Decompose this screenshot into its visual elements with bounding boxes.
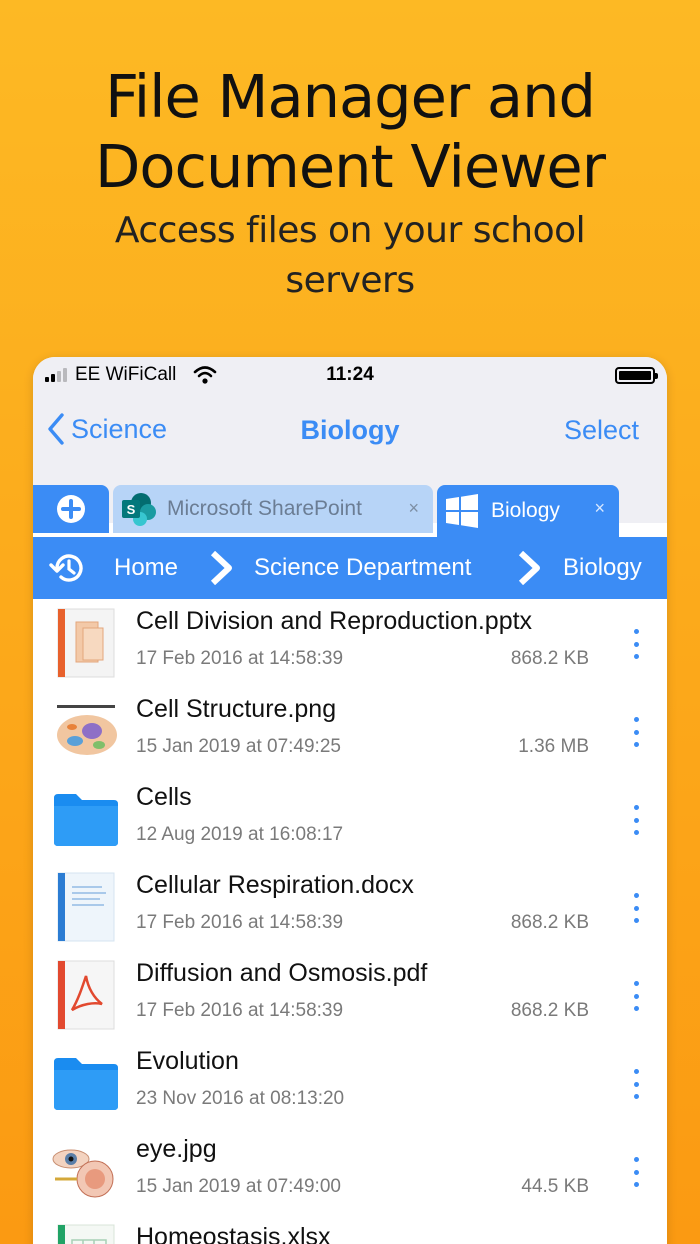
file-date: 15 Jan 2019 at 07:49:25 [136, 736, 341, 757]
chevron-right-icon [210, 551, 232, 585]
file-name: Cell Structure.png [136, 695, 337, 723]
xlsx-icon [47, 1223, 125, 1244]
promo-subtitle-line1: Access files on your school [114, 210, 586, 251]
list-item[interactable]: eye.jpg 15 Jan 2019 at 07:49:00 44.5 KB [33, 1127, 667, 1215]
tab-sharepoint[interactable]: S Microsoft SharePoint × [113, 485, 433, 533]
promo-title-line2: Document Viewer [95, 132, 606, 201]
file-name: eye.jpg [136, 1135, 217, 1163]
breadcrumb: Home Science Department Biology [33, 537, 667, 599]
list-item[interactable]: Evolution 23 Nov 2016 at 08:13:20 [33, 1039, 667, 1127]
folder-icon [47, 783, 125, 855]
promo-title: File Manager and Document Viewer [0, 62, 700, 202]
windows-icon [446, 494, 478, 528]
status-time: 11:24 [326, 364, 374, 385]
close-icon[interactable]: × [408, 498, 419, 519]
tab-biology[interactable]: Biology × [437, 485, 619, 537]
add-tab-button[interactable] [33, 485, 109, 533]
tab-sharepoint-label: Microsoft SharePoint [167, 497, 362, 520]
file-size: 44.5 KB [521, 1176, 589, 1197]
file-name: Diffusion and Osmosis.pdf [136, 959, 428, 987]
close-icon[interactable]: × [594, 498, 605, 519]
more-options-icon[interactable] [631, 629, 641, 659]
file-date: 17 Feb 2016 at 14:58:39 [136, 648, 344, 669]
file-date: 17 Feb 2016 at 14:58:39 [136, 912, 344, 933]
list-item[interactable]: Cell Structure.png 15 Jan 2019 at 07:49:… [33, 687, 667, 775]
docx-icon [47, 871, 125, 943]
file-size: 868.2 KB [510, 912, 589, 933]
more-options-icon[interactable] [631, 893, 641, 923]
file-size: 868.2 KB [510, 648, 589, 669]
svg-text:S: S [127, 502, 136, 517]
more-options-icon[interactable] [631, 981, 641, 1011]
file-size: 1.36 MB [518, 736, 589, 757]
breadcrumb-home[interactable]: Home [114, 554, 178, 582]
status-bar: EE WiFiCall 11:24 [33, 357, 667, 393]
file-date: 12 Aug 2019 at 16:08:17 [136, 824, 344, 845]
promo-subtitle-line2: servers [285, 260, 415, 301]
image-thumbnail [47, 1135, 125, 1207]
chevron-right-icon [518, 551, 540, 585]
more-options-icon[interactable] [631, 1069, 641, 1099]
pdf-icon [47, 959, 125, 1031]
plus-circle-icon [57, 495, 85, 523]
more-options-icon[interactable] [631, 805, 641, 835]
breadcrumb-science-department[interactable]: Science Department [254, 554, 471, 582]
list-item[interactable]: Homeostasis.xlsx [33, 1215, 667, 1244]
file-date: 17 Feb 2016 at 14:58:39 [136, 1000, 344, 1021]
navigation-bar: Science Biology Select [33, 393, 667, 471]
list-item[interactable]: Cells 12 Aug 2019 at 16:08:17 [33, 775, 667, 863]
list-item[interactable]: Cell Division and Reproduction.pptx 17 F… [33, 599, 667, 687]
select-button[interactable]: Select [564, 415, 639, 446]
list-item[interactable]: Diffusion and Osmosis.pdf 17 Feb 2016 at… [33, 951, 667, 1039]
history-icon[interactable] [49, 551, 85, 585]
sharepoint-icon: S [122, 493, 156, 526]
more-options-icon[interactable] [631, 717, 641, 747]
file-name: Cells [136, 783, 192, 811]
file-list: Cell Division and Reproduction.pptx 17 F… [33, 599, 667, 1244]
promo-subtitle: Access files on your school servers [0, 206, 700, 306]
file-date: 15 Jan 2019 at 07:49:00 [136, 1176, 341, 1197]
pptx-icon [47, 607, 125, 679]
file-size: 868.2 KB [510, 1000, 589, 1021]
list-item[interactable]: Cellular Respiration.docx 17 Feb 2016 at… [33, 863, 667, 951]
phone-screen: EE WiFiCall 11:24 Science Biology Select [33, 357, 667, 1244]
file-date: 23 Nov 2016 at 08:13:20 [136, 1088, 345, 1109]
file-name: Cellular Respiration.docx [136, 871, 414, 899]
file-name: Evolution [136, 1047, 239, 1075]
file-name: Cell Division and Reproduction.pptx [136, 607, 533, 635]
more-options-icon[interactable] [631, 1157, 641, 1187]
battery-icon [615, 367, 658, 384]
tab-bar: S Microsoft SharePoint × Biology × [33, 471, 667, 537]
promo-title-line1: File Manager and [105, 62, 596, 131]
file-name: Homeostasis.xlsx [136, 1223, 331, 1244]
folder-icon [47, 1047, 125, 1119]
tab-biology-label: Biology [491, 499, 560, 522]
image-thumbnail [47, 695, 125, 767]
breadcrumb-biology[interactable]: Biology [563, 554, 642, 582]
